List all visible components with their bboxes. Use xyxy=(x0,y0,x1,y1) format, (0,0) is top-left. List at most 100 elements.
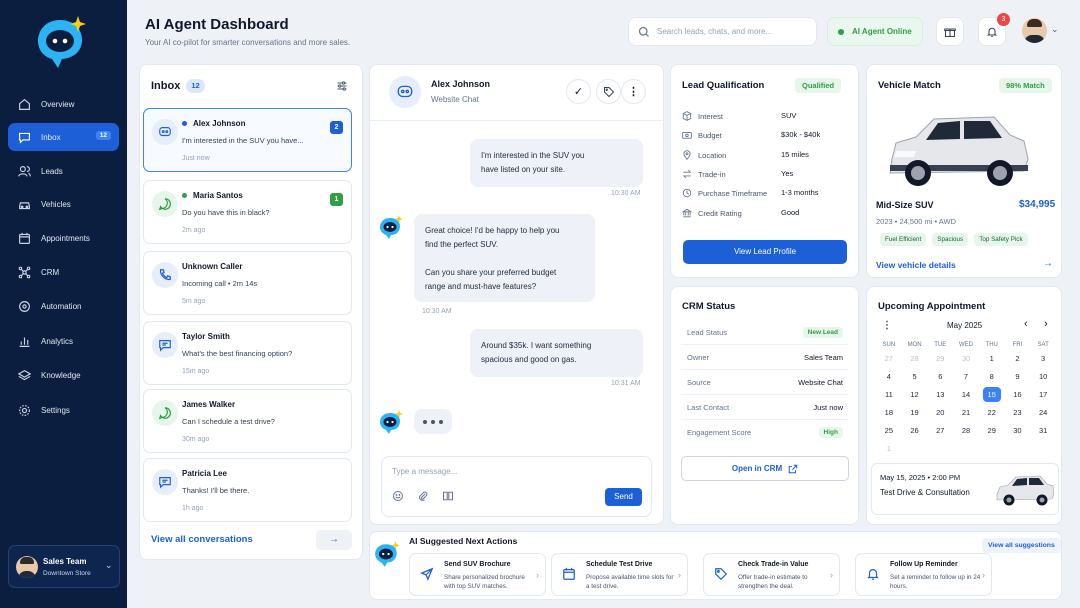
prev-month-icon[interactable]: ‹ xyxy=(1024,318,1028,330)
view-all-suggestions-button[interactable]: View all suggestions xyxy=(982,538,1061,553)
emoji-icon[interactable] xyxy=(392,490,404,502)
attachment-icon[interactable] xyxy=(417,490,429,502)
calendar-day[interactable]: 10 xyxy=(1030,369,1056,384)
conversation-item[interactable]: Patricia Lee Thanks! I'll be there. 1h a… xyxy=(143,458,352,522)
weekday-label: TUE xyxy=(934,342,947,348)
sidebar-item-label: CRM xyxy=(41,267,60,277)
suggestion-card[interactable]: Follow Up Reminder Set a reminder to fol… xyxy=(855,553,992,596)
calendar-day[interactable]: 7 xyxy=(953,369,979,384)
lead-title: Lead Qualification xyxy=(682,80,765,91)
calendar-day[interactable]: 27 xyxy=(876,351,902,366)
calendar-day[interactable]: 16 xyxy=(1005,387,1031,402)
book-icon[interactable] xyxy=(442,490,454,502)
filter-icon[interactable] xyxy=(336,80,348,92)
calendar-day[interactable]: 31 xyxy=(1030,423,1056,438)
suggestion-card[interactable]: Schedule Test Drive Propose available ti… xyxy=(551,553,688,596)
send-button[interactable]: Send xyxy=(605,488,642,506)
sidebar-item-analytics[interactable]: Analytics xyxy=(8,327,119,355)
conversation-item[interactable]: Alex Johnson I'm interested in the SUV y… xyxy=(143,108,352,172)
chat-contact-name: Alex Johnson xyxy=(431,79,491,89)
user-switcher[interactable]: Sales Team Downtown Store ⌄ xyxy=(8,545,120,588)
calendar-day[interactable]: 14 xyxy=(953,387,979,402)
suggestion-card[interactable]: Check Trade-in Value Offer trade-in esti… xyxy=(703,553,840,596)
conversation-item[interactable]: Taylor Smith What's the best financing o… xyxy=(143,321,352,385)
profile-chevron-icon[interactable]: ⌄ xyxy=(1051,24,1059,35)
conversation-item[interactable]: Maria Santos Do you have this in black? … xyxy=(143,180,352,244)
sidebar-item-vehicles[interactable]: Vehicles xyxy=(8,190,119,218)
calendar-day[interactable]: 29 xyxy=(927,351,953,366)
sidebar-item-overview[interactable]: Overview xyxy=(8,90,119,118)
calendar-day[interactable]: 4 xyxy=(876,369,902,384)
sidebar-item-leads[interactable]: Leads xyxy=(8,157,119,185)
view-all-conversations-link[interactable]: View all conversations xyxy=(151,534,253,545)
sidebar-item-crm[interactable]: CRM xyxy=(8,258,119,286)
open-in-crm-button[interactable]: Open in CRM xyxy=(681,456,849,481)
calendar-day[interactable]: 8 xyxy=(979,369,1005,384)
search-input[interactable]: Search leads, chats, and more... xyxy=(628,17,817,46)
calendar-day[interactable]: 12 xyxy=(902,387,928,402)
arrow-right-icon[interactable]: → xyxy=(1043,258,1053,269)
tag-icon[interactable] xyxy=(596,79,621,104)
calendar-day[interactable]: 1 xyxy=(979,351,1005,366)
chevron-right-icon: › xyxy=(982,570,985,580)
calendar-day[interactable]: 18 xyxy=(876,405,902,420)
calendar-day[interactable]: 20 xyxy=(927,405,953,420)
vehicle-name: Mid-Size SUV xyxy=(876,200,934,210)
conversation-item[interactable]: Unknown Caller Incoming call • 2m 14s 5m… xyxy=(143,251,352,315)
chat-bot-icon xyxy=(397,85,413,98)
page-title: AI Agent Dashboard xyxy=(145,16,289,33)
calendar-day[interactable]: 28 xyxy=(902,351,928,366)
calendar-day[interactable]: 2 xyxy=(1005,351,1031,366)
calendar-day[interactable]: 21 xyxy=(953,405,979,420)
calendar-day[interactable]: 24 xyxy=(1030,405,1056,420)
arrow-right-icon[interactable]: → xyxy=(316,530,352,550)
calendar-day[interactable]: 23 xyxy=(1005,405,1031,420)
typing-indicator xyxy=(414,409,452,434)
sidebar-item-automation[interactable]: Automation xyxy=(8,292,119,320)
calendar-menu-icon[interactable]: ⋮ xyxy=(882,320,892,331)
sidebar-item-label: Automation xyxy=(41,301,82,311)
appointment-card[interactable]: May 15, 2025 • 2:00 PM Test Drive & Cons… xyxy=(871,463,1059,515)
phone-icon xyxy=(152,262,178,288)
calendar-day[interactable]: 13 xyxy=(927,387,953,402)
gift-button[interactable] xyxy=(936,17,964,46)
conversation-preview: Thanks! I'll be there. xyxy=(182,486,250,495)
sidebar-item-label: Appointments xyxy=(41,233,90,243)
profile-avatar[interactable] xyxy=(1022,18,1047,43)
calendar-day[interactable]: 1 xyxy=(876,441,902,456)
calendar-day[interactable]: 11 xyxy=(876,387,902,402)
view-vehicle-details-link[interactable]: View vehicle details xyxy=(876,260,956,270)
sidebar-item-appointments[interactable]: Appointments xyxy=(8,224,119,252)
calendar-day[interactable]: 26 xyxy=(902,423,928,438)
message-input[interactable]: Type a message... xyxy=(392,467,457,476)
sidebar-item-inbox[interactable]: Inbox 12 xyxy=(8,123,119,151)
calendar-day[interactable]: 5 xyxy=(902,369,928,384)
calendar-day[interactable]: 28 xyxy=(953,423,979,438)
lead-status-badge: Qualified xyxy=(795,78,842,93)
view-lead-profile-button[interactable]: View Lead Profile xyxy=(683,240,847,264)
calendar-day[interactable]: 3 xyxy=(1030,351,1056,366)
sidebar-item-settings[interactable]: Settings xyxy=(8,396,119,424)
calendar-day[interactable]: 30 xyxy=(1005,423,1031,438)
check-icon[interactable]: ✓ xyxy=(566,79,591,104)
more-options-icon[interactable]: ⋮ xyxy=(621,79,646,104)
message-composer[interactable]: Type a message... Send xyxy=(381,456,652,517)
calendar-day[interactable]: 17 xyxy=(1030,387,1056,402)
suggestion-card[interactable]: Send SUV Brochure Share personalized bro… xyxy=(409,553,546,596)
sidebar-item-knowledge[interactable]: Knowledge xyxy=(8,361,119,389)
calendar-day[interactable]: 19 xyxy=(902,405,928,420)
calendar-day[interactable]: 9 xyxy=(1005,369,1031,384)
calendar-day-selected[interactable]: 15 xyxy=(982,387,1001,402)
calendar-day[interactable]: 27 xyxy=(927,423,953,438)
calendar-day[interactable]: 22 xyxy=(979,405,1005,420)
conversation-item[interactable]: James Walker Can I schedule a test drive… xyxy=(143,389,352,453)
notifications-button[interactable]: 3 xyxy=(978,13,1010,46)
calendar-day[interactable]: 25 xyxy=(876,423,902,438)
calendar-day[interactable]: 6 xyxy=(927,369,953,384)
lead-row-label: Trade-in xyxy=(698,169,726,179)
chevron-right-icon: › xyxy=(536,570,539,580)
calendar-day[interactable]: 30 xyxy=(953,351,979,366)
next-month-icon[interactable]: › xyxy=(1044,318,1048,330)
lead-row-trade-in: Trade-in xyxy=(682,167,726,181)
calendar-day[interactable]: 29 xyxy=(979,423,1005,438)
